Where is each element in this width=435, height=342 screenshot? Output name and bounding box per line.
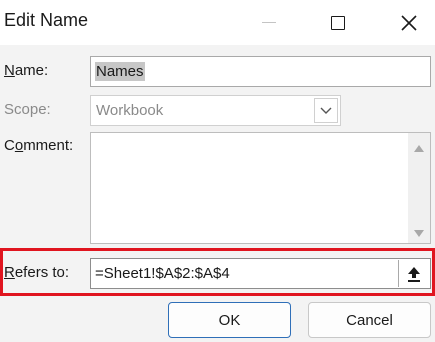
dialog-title: Edit Name	[4, 10, 89, 30]
edit-name-dialog: Edit Name Name: Names Scope: Workbook Co…	[0, 0, 435, 342]
title-bar[interactable]: Edit Name	[0, 0, 435, 45]
minimize-button[interactable]	[247, 0, 291, 45]
cancel-button[interactable]: Cancel	[308, 302, 431, 338]
scope-dropdown[interactable]: Workbook	[90, 95, 341, 126]
name-input[interactable]: Names	[90, 56, 431, 87]
refers-to-input[interactable]: =Sheet1!$A$2:$A$4	[90, 258, 431, 289]
maximize-button[interactable]	[316, 0, 360, 45]
refers-to-value: =Sheet1!$A$2:$A$4	[95, 265, 230, 282]
collapse-dialog-button[interactable]	[398, 260, 429, 287]
comment-textarea[interactable]	[90, 132, 431, 244]
comment-scrollbar[interactable]	[408, 133, 430, 243]
close-button[interactable]	[387, 0, 431, 45]
scope-label: Scope:	[4, 101, 51, 118]
name-label: Name:	[4, 62, 49, 79]
scroll-up-icon[interactable]	[414, 145, 424, 152]
minimize-icon	[262, 22, 276, 23]
scope-value: Workbook	[96, 102, 164, 119]
close-icon	[401, 14, 417, 31]
chevron-down-icon	[320, 107, 332, 114]
collapse-arrow-icon	[408, 266, 420, 282]
ok-button[interactable]: OK	[168, 302, 291, 338]
name-value: Names	[95, 62, 145, 81]
refers-to-label: Refers to:	[4, 264, 70, 281]
scope-dropdown-button[interactable]	[314, 98, 338, 123]
comment-label: Comment:	[4, 137, 74, 154]
scroll-down-icon[interactable]	[414, 230, 424, 237]
maximize-icon	[331, 15, 345, 30]
